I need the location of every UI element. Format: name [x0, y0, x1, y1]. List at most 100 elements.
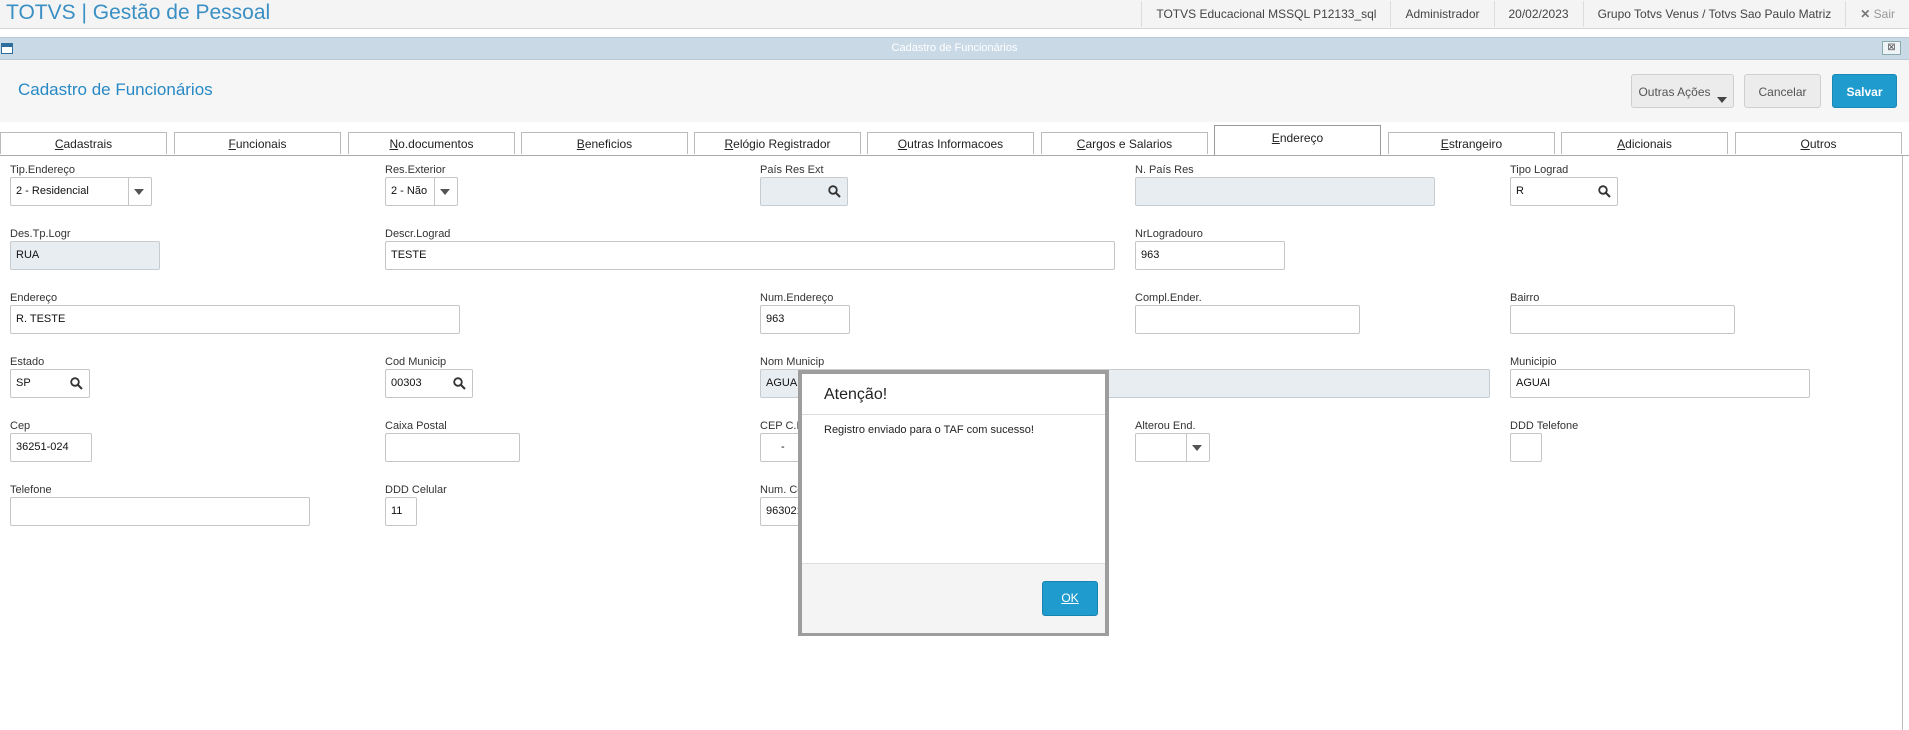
search-icon[interactable]	[1598, 185, 1611, 198]
company-label: Grupo Totvs Venus / Totvs Sao Paulo Matr…	[1582, 1, 1846, 27]
tab-adicionais[interactable]: Adicionais	[1561, 132, 1728, 154]
ddd-celular-label: DDD Celular	[385, 484, 447, 496]
caixa-postal-field[interactable]	[385, 433, 520, 462]
window-title-bar: Cadastro de Funcionários ⊠	[0, 37, 1909, 60]
estado-field[interactable]: SP	[10, 369, 90, 398]
estado-label: Estado	[10, 356, 45, 368]
search-icon[interactable]	[453, 377, 466, 390]
ddd-telefone-field[interactable]	[1510, 433, 1542, 462]
exit-label: Sair	[1873, 7, 1895, 21]
environment-label: TOTVS Educacional MSSQL P12133_sql	[1141, 1, 1390, 27]
num-celular-label: Num. Ce	[760, 484, 804, 496]
tab-beneficios[interactable]: Beneficios	[521, 132, 688, 154]
municipio-field[interactable]: AGUAI	[1510, 369, 1810, 398]
nr-logradouro-label: NrLogradouro	[1135, 228, 1203, 240]
n-pais-res-field[interactable]	[1135, 177, 1435, 206]
estado-value: SP	[16, 377, 31, 389]
tab-label: Estrangeiro	[1440, 137, 1503, 151]
save-button[interactable]: Salvar	[1832, 74, 1897, 108]
cod-municip-field[interactable]: 00303	[385, 369, 473, 398]
nr-logradouro-field[interactable]: 963	[1135, 241, 1285, 270]
tab-cadastrais[interactable]: Cadastrais	[0, 132, 167, 154]
num-endereco-field[interactable]: 963	[760, 305, 850, 334]
cod-municip-label: Cod Municip	[385, 356, 447, 368]
tab-label: Relógio Registrador	[724, 137, 831, 151]
dialog-message: Registro enviado para o TAF com sucesso!	[824, 424, 1034, 436]
window-close-button[interactable]: ⊠	[1882, 41, 1901, 55]
cep-label: Cep	[10, 420, 31, 432]
cancel-button[interactable]: Cancelar	[1744, 74, 1821, 108]
alterou-end-label: Alterou End.	[1135, 420, 1196, 432]
tab-bar: Cadastrais Funcionais No.documentos Bene…	[0, 123, 1909, 156]
res-exterior-label: Res.Exterior	[385, 164, 446, 176]
ok-button[interactable]: OK	[1042, 581, 1098, 616]
content-border	[1902, 156, 1903, 730]
tab-label: Endereço	[1271, 131, 1324, 145]
tab-cargos-e-salarios[interactable]: Cargos e Salarios	[1041, 132, 1208, 154]
res-exterior-value: 2 - Não	[391, 185, 428, 197]
session-info: TOTVS Educacional MSSQL P12133_sql Admin…	[1141, 0, 1909, 28]
endereco-field[interactable]: R. TESTE	[10, 305, 460, 334]
page-title: Cadastro de Funcionários	[18, 80, 213, 99]
top-bar: TOTVS | Gestão de Pessoal TOTVS Educacio…	[0, 0, 1909, 29]
tipo-lograd-field[interactable]: R	[1510, 177, 1618, 206]
res-exterior-select[interactable]: 2 - Não	[385, 177, 458, 206]
page-header: Cadastro de Funcionários Outras Ações Ca…	[0, 60, 1909, 122]
tipo-lograd-label: Tipo Lograd	[1510, 164, 1569, 176]
num-endereco-label: Num.Endereço	[760, 292, 834, 304]
tab-no-documentos[interactable]: No.documentos	[348, 132, 515, 154]
n-pais-res-label: N. País Res	[1135, 164, 1194, 176]
descr-lograd-label: Descr.Lograd	[385, 228, 451, 240]
more-actions-button[interactable]: Outras Ações	[1631, 74, 1734, 108]
dialog-title: Atenção!	[824, 386, 888, 403]
window-title: Cadastro de Funcionários	[891, 42, 1018, 54]
telefone-label: Telefone	[10, 484, 52, 496]
tab-label: Cargos e Salarios	[1076, 137, 1173, 151]
search-icon[interactable]	[70, 377, 83, 390]
search-icon[interactable]	[828, 185, 841, 198]
more-actions-label: Outras Ações	[1638, 85, 1711, 99]
user-label: Administrador	[1390, 1, 1493, 27]
pais-res-ext-label: País Res Ext	[760, 164, 824, 176]
chevron-down-icon	[134, 189, 144, 195]
dialog-footer: OK	[802, 563, 1105, 633]
tip-endereco-select[interactable]: 2 - Residencial	[10, 177, 152, 206]
cod-municip-value: 00303	[391, 377, 422, 389]
endereco-label: Endereço	[10, 292, 58, 304]
pais-res-ext-field[interactable]	[760, 177, 848, 206]
compl-ender-field[interactable]	[1135, 305, 1360, 334]
chevron-down-icon	[1717, 97, 1727, 103]
tab-estrangeiro[interactable]: Estrangeiro	[1388, 132, 1555, 154]
des-tp-logr-label: Des.Tp.Logr	[10, 228, 71, 240]
chevron-down-icon	[440, 189, 450, 195]
compl-ender-label: Compl.Ender.	[1135, 292, 1202, 304]
des-tp-logr-field[interactable]: RUA	[10, 241, 160, 270]
cep-field[interactable]: 36251-024	[10, 433, 92, 462]
tab-outros[interactable]: Outros	[1735, 132, 1902, 154]
app-title: TOTVS | Gestão de Pessoal	[6, 1, 271, 24]
tab-outras-informacoes[interactable]: Outras Informacoes	[867, 132, 1034, 154]
caixa-postal-label: Caixa Postal	[385, 420, 447, 432]
chevron-down-icon	[1192, 445, 1202, 451]
tip-endereco-label: Tip.Endereço	[10, 164, 76, 176]
municipio-label: Municipio	[1510, 356, 1557, 368]
tab-label: Cadastrais	[54, 137, 113, 151]
tab-label: Outras Informacoes	[897, 137, 1004, 151]
bairro-field[interactable]	[1510, 305, 1735, 334]
close-icon: ✕	[1860, 7, 1871, 21]
descr-lograd-field[interactable]: TESTE	[385, 241, 1115, 270]
tab-label: Beneficios	[576, 137, 633, 151]
tab-relogio-registrador[interactable]: Relógio Registrador	[694, 132, 861, 154]
tipo-lograd-value: R	[1516, 185, 1524, 197]
telefone-field[interactable]	[10, 497, 310, 526]
tab-funcionais[interactable]: Funcionais	[174, 132, 341, 154]
tab-endereco[interactable]: Endereço	[1214, 125, 1381, 155]
ddd-celular-field[interactable]: 11	[385, 497, 417, 526]
nom-municip-label: Nom Municip	[760, 356, 825, 368]
exit-button[interactable]: ✕ Sair	[1845, 1, 1909, 27]
tip-endereco-value: 2 - Residencial	[16, 185, 89, 197]
ddd-telefone-label: DDD Telefone	[1510, 420, 1579, 432]
tab-label: Adicionais	[1617, 137, 1672, 151]
alterou-end-select[interactable]	[1135, 433, 1210, 462]
dialog-header: Atenção!	[802, 374, 1105, 415]
